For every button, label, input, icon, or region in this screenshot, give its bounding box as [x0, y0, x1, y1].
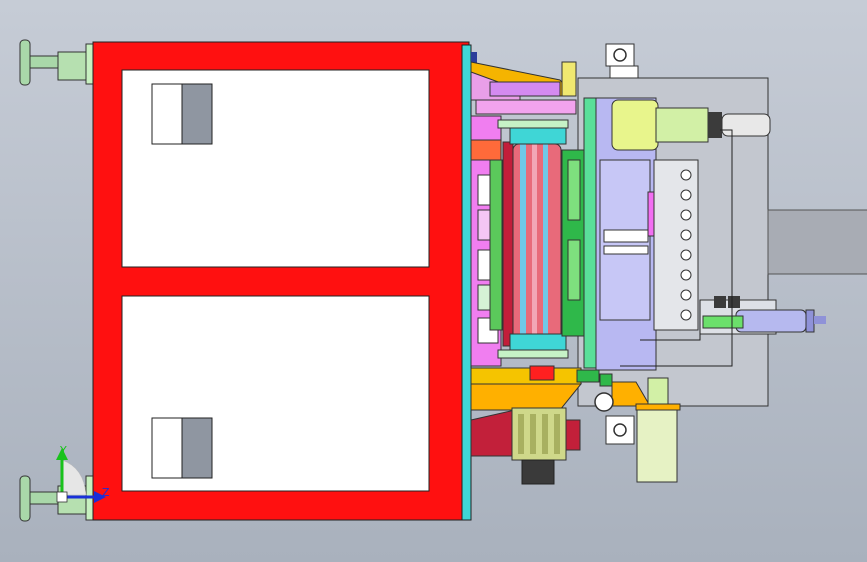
access-panel-upper-right [181, 83, 213, 145]
cad-drawing: Y Z [19, 39, 867, 522]
cad-viewport[interactable]: Y Z [0, 0, 867, 562]
access-panel-upper-left [151, 83, 183, 145]
output-shaft [767, 209, 867, 275]
cyan-side-strip [461, 44, 472, 521]
z-axis-label: Z [102, 486, 110, 499]
access-panel-lower-right [181, 417, 213, 479]
y-axis-label: Y [59, 444, 67, 457]
access-panel-lower-left [151, 417, 183, 479]
leveling-foot-top [19, 39, 95, 86]
red-cabinet-frame [92, 41, 470, 521]
